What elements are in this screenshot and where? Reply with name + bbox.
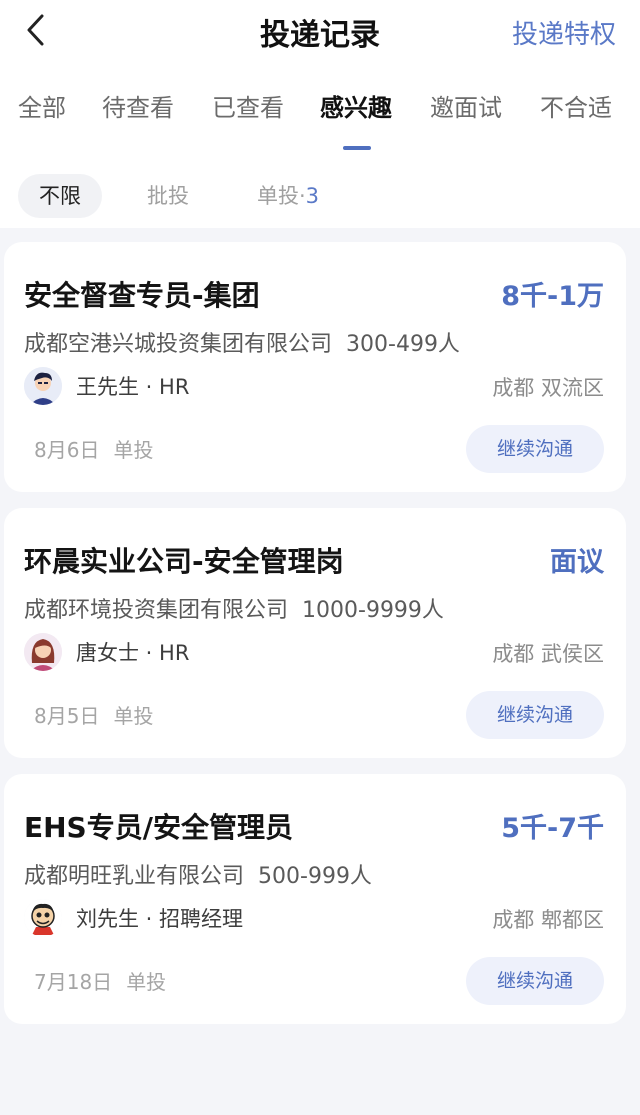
job-title: 安全督查专员-集团 [24, 279, 260, 312]
tab-viewed[interactable]: 已查看 [212, 88, 284, 123]
tab-interested[interactable]: 感兴趣 [320, 88, 392, 123]
company-size: 1000-9999人 [302, 598, 444, 623]
job-location: 成都 武侯区 [492, 642, 604, 666]
delivery-privilege-link[interactable]: 投递特权 [512, 14, 616, 51]
job-title: 环晨实业公司-安全管理岗 [24, 545, 344, 578]
company-name: 成都明旺乳业有限公司 [24, 864, 245, 889]
delivery-date: 7月18日 [34, 970, 113, 994]
job-card[interactable]: EHS专员/安全管理员 5千-7千 成都明旺乳业有限公司 500-999人 刘先生… [4, 774, 626, 1024]
salary: 8千-1万 [501, 281, 604, 312]
female-avatar-icon [24, 633, 62, 671]
continue-chat-button[interactable]: 继续沟通 [466, 957, 604, 1005]
delivery-date: 8月5日 [34, 704, 100, 728]
filter-single-label: 单投· [256, 184, 306, 208]
avatar [24, 633, 62, 671]
job-card[interactable]: 安全督查专员-集团 8千-1万 成都空港兴城投资集团有限公司 300-499人 王… [4, 242, 626, 492]
avatar [24, 367, 62, 405]
delivery-type: 单投 [126, 970, 167, 994]
top-bar: 投递记录 投递特权 全部 待查看 已查看 感兴趣 邀面试 不合适 不限 批投 单… [0, 0, 640, 228]
job-title: EHS专员/安全管理员 [24, 811, 293, 844]
delivery-meta: 8月6日 单投 [34, 434, 153, 463]
recruiter-name: 唐女士 · HR [76, 641, 190, 665]
active-tab-indicator [343, 146, 371, 150]
tab-all[interactable]: 全部 [18, 88, 66, 123]
recruiter: 唐女士 · HR [24, 632, 189, 672]
recruiter: 刘先生 · 招聘经理 [24, 898, 243, 938]
filter-bar: 不限 批投 单投·3 [0, 172, 640, 222]
salary: 面议 [550, 547, 604, 578]
delivery-type: 单投 [113, 438, 154, 462]
male-avatar-icon [24, 367, 62, 405]
salary: 5千-7千 [501, 813, 604, 844]
status-tabs: 全部 待查看 已查看 感兴趣 邀面试 不合适 [0, 88, 640, 158]
delivery-meta: 7月18日 单投 [34, 966, 166, 995]
continue-chat-button[interactable]: 继续沟通 [466, 425, 604, 473]
company-size: 500-999人 [258, 864, 372, 889]
filter-batch[interactable]: 批投 [128, 174, 208, 218]
company-info: 成都明旺乳业有限公司 500-999人 [24, 858, 372, 890]
filter-single-count: 3 [305, 184, 320, 208]
avatar [24, 899, 62, 937]
company-info: 成都环境投资集团有限公司 1000-9999人 [24, 592, 444, 624]
tab-pending[interactable]: 待查看 [102, 88, 174, 123]
tab-unsuitable[interactable]: 不合适 [540, 88, 612, 123]
company-size: 300-499人 [346, 332, 460, 357]
company-name: 成都环境投资集团有限公司 [24, 598, 289, 623]
recruiter-name: 刘先生 · 招聘经理 [76, 907, 244, 931]
delivery-type: 单投 [113, 704, 154, 728]
recruiter-name: 王先生 · HR [76, 375, 190, 399]
delivery-date: 8月6日 [34, 438, 100, 462]
delivery-meta: 8月5日 单投 [34, 700, 153, 729]
job-location: 成都 郫都区 [492, 908, 604, 932]
company-name: 成都空港兴城投资集团有限公司 [24, 332, 333, 357]
cartoon-avatar-icon [24, 899, 62, 937]
continue-chat-button[interactable]: 继续沟通 [466, 691, 604, 739]
job-location: 成都 双流区 [492, 376, 604, 400]
company-info: 成都空港兴城投资集团有限公司 300-499人 [24, 326, 460, 358]
filter-single[interactable]: 单投·3 [238, 174, 338, 218]
tab-interview[interactable]: 邀面试 [430, 88, 502, 123]
job-card[interactable]: 环晨实业公司-安全管理岗 面议 成都环境投资集团有限公司 1000-9999人 唐… [4, 508, 626, 758]
filter-all[interactable]: 不限 [18, 174, 102, 218]
recruiter: 王先生 · HR [24, 366, 189, 406]
